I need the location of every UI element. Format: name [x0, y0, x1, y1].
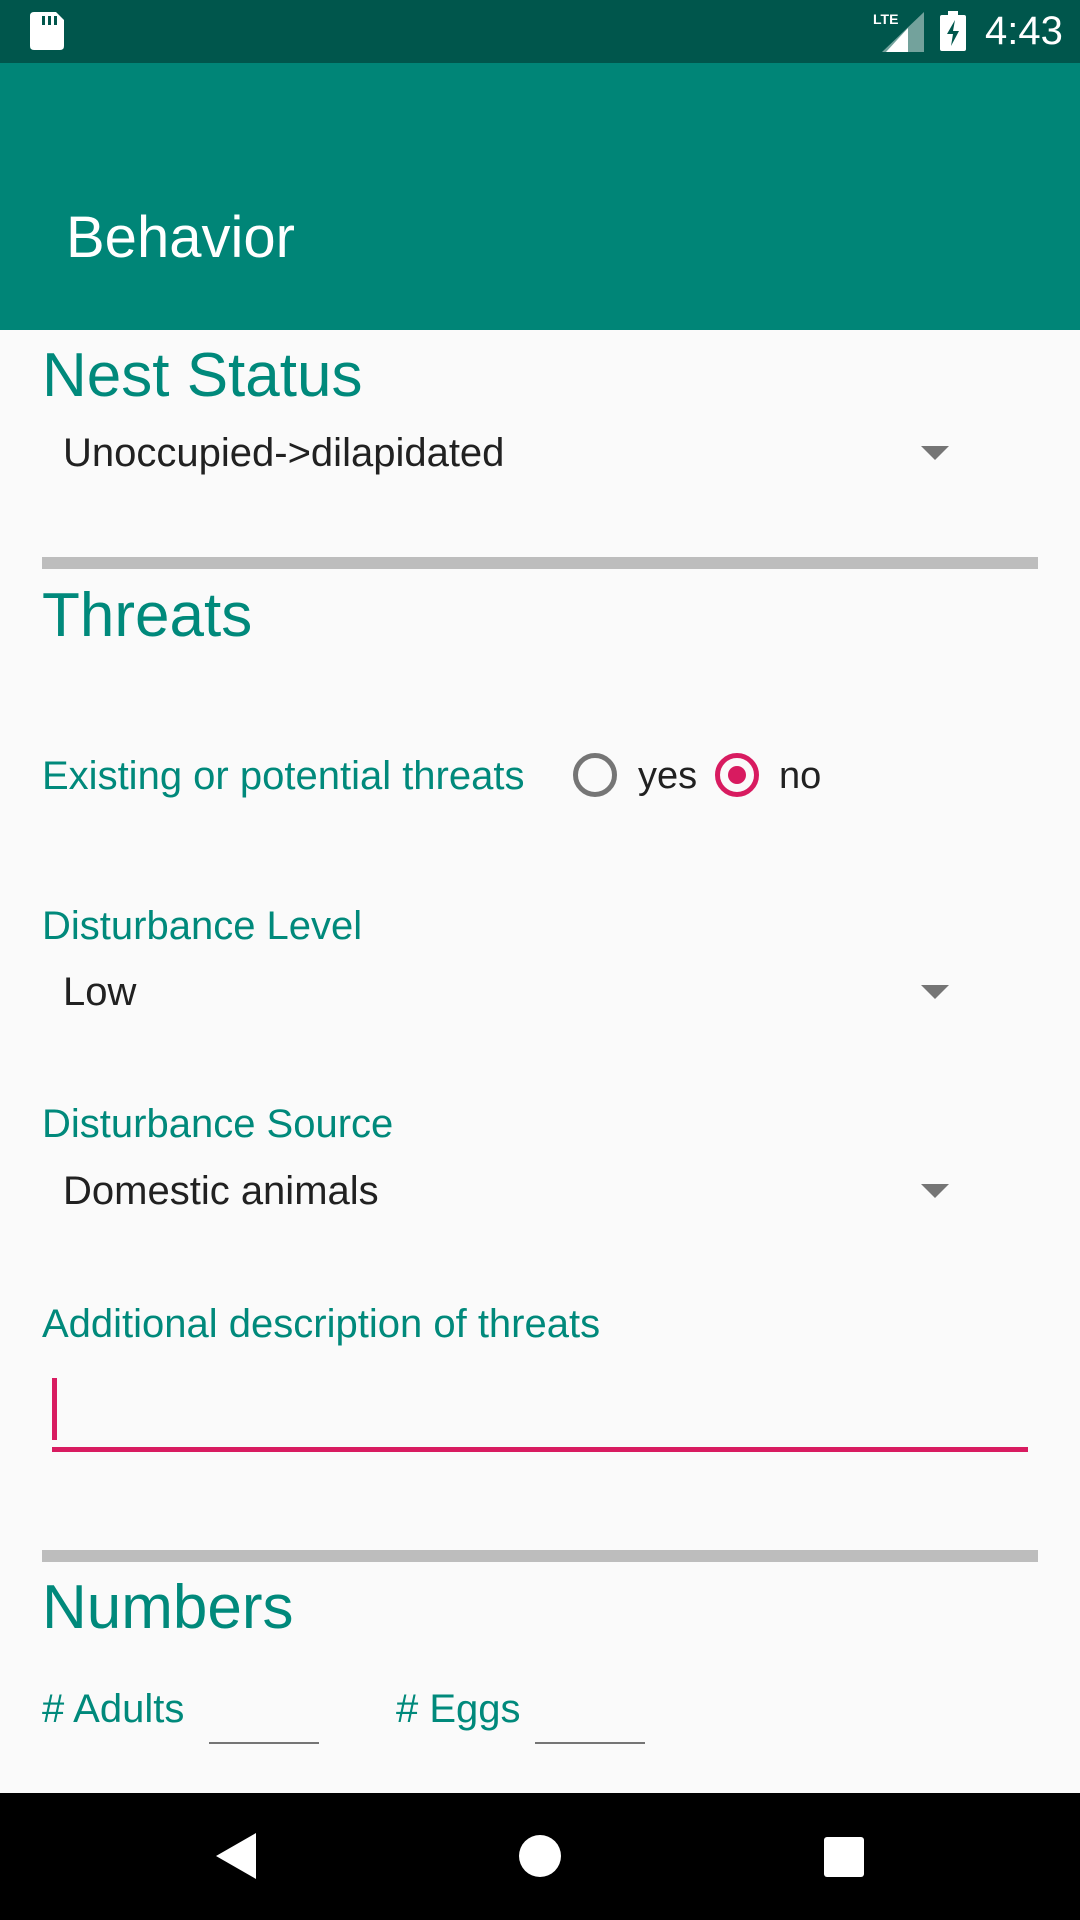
sd-card-icon [30, 12, 64, 50]
nest-status-value: Unoccupied->dilapidated [63, 431, 505, 475]
nav-bar [0, 1793, 1080, 1920]
disturbance-source-label: Disturbance Source [42, 1102, 394, 1146]
section-title-nest-status: Nest Status [42, 341, 363, 410]
additional-threats-input[interactable] [52, 1378, 1028, 1452]
nest-status-spinner[interactable]: Unoccupied->dilapidated [42, 418, 997, 488]
battery-charging-icon [940, 11, 966, 51]
app-bar: Behavior [0, 63, 1080, 330]
adults-input[interactable] [209, 1692, 319, 1744]
eggs-input[interactable] [535, 1692, 645, 1744]
disturbance-source-value: Domestic animals [63, 1169, 379, 1213]
network-label: LTE [873, 11, 898, 27]
divider [42, 1550, 1038, 1562]
disturbance-level-label: Disturbance Level [42, 904, 363, 948]
existing-threats-label: Existing or potential threats [42, 754, 525, 798]
dropdown-arrow-icon [921, 446, 949, 460]
divider [42, 557, 1038, 569]
disturbance-source-spinner[interactable]: Domestic animals [42, 1156, 997, 1226]
adults-label: # Adults [42, 1687, 185, 1731]
disturbance-level-spinner[interactable]: Low [42, 957, 997, 1027]
threats-yes-radio[interactable] [573, 753, 617, 797]
eggs-label: # Eggs [396, 1687, 521, 1731]
recents-icon[interactable] [824, 1837, 864, 1877]
clock: 4:43 [985, 9, 1063, 53]
text-cursor [52, 1378, 57, 1440]
section-title-numbers: Numbers [42, 1573, 294, 1642]
section-title-threats: Threats [42, 581, 253, 650]
dropdown-arrow-icon [921, 1184, 949, 1198]
dropdown-arrow-icon [921, 985, 949, 999]
threats-no-label[interactable]: no [779, 753, 821, 799]
form-content[interactable]: Nest Status Unoccupied->dilapidated Thre… [0, 330, 1080, 1793]
input-underline [52, 1447, 1028, 1452]
screen: LTE 4:43 Behavior Nest Status Unoccupied… [0, 0, 1080, 1920]
lte-signal-icon: LTE [873, 11, 924, 52]
additional-threats-label: Additional description of threats [42, 1302, 601, 1346]
disturbance-level-value: Low [63, 970, 137, 1014]
threats-yes-label[interactable]: yes [638, 753, 697, 799]
back-icon[interactable] [216, 1833, 256, 1879]
threats-no-radio[interactable] [715, 753, 759, 797]
status-bar: LTE 4:43 [0, 0, 1080, 63]
app-title: Behavior [66, 205, 295, 270]
home-icon[interactable] [519, 1835, 561, 1877]
